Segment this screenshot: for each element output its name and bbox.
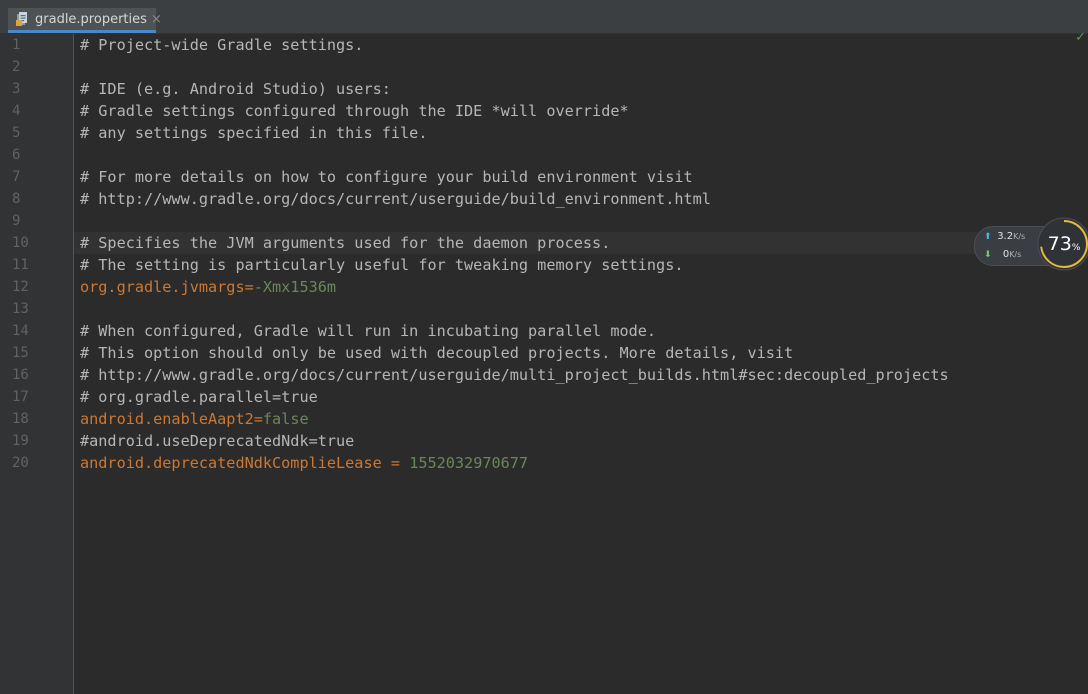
network-speed-widget[interactable]: ⬆ 3.2K/s ⬇ 0K/s 73% [974, 217, 1088, 271]
line-number: 18 [12, 411, 29, 427]
download-speed: ⬇ 0K/s [984, 249, 1021, 260]
line-number: 15 [12, 345, 29, 361]
gauge-percent-sign: % [1071, 243, 1081, 253]
line-number: 11 [12, 257, 29, 273]
line-number: 16 [12, 367, 29, 383]
line-number-gutter: 1 2 3 4 5 6 7 8 9 10 11 12 13 14 15 16 17 18 19 20 [0, 34, 74, 694]
gauge-percent-value: 73 [1047, 233, 1072, 255]
comment-text: # For more details on how to configure y… [80, 168, 693, 186]
comment-text: # Specifies the JVM arguments used for t… [80, 234, 611, 252]
properties-file-icon [16, 11, 30, 27]
line-number: 5 [12, 125, 21, 141]
property-key: android.deprecatedNdkComplieLease [80, 454, 382, 472]
line-number: 7 [12, 169, 21, 185]
code-line[interactable]: android.enableAapt2=false [80, 408, 309, 430]
code-line[interactable]: # any settings specified in this file. [80, 122, 427, 144]
line-number: 3 [12, 81, 21, 97]
upload-speed-value: 3.2 [997, 231, 1014, 242]
editor-tab-bar: gradle.properties × [0, 0, 1088, 34]
code-line[interactable]: # Project-wide Gradle settings. [80, 34, 363, 56]
comment-text: # any settings specified in this file. [80, 124, 428, 142]
upload-speed-unit: K/s [1013, 232, 1026, 241]
comment-text: # This option should only be used with d… [80, 344, 794, 362]
line-number: 12 [12, 279, 29, 295]
code-line[interactable]: android.deprecatedNdkComplieLease = 1552… [80, 452, 528, 474]
memory-usage-gauge: 73% [1036, 216, 1088, 272]
comment-text: # IDE (e.g. Android Studio) users: [80, 80, 391, 98]
property-value: 1552032970677 [409, 454, 529, 472]
upload-speed: ⬆ 3.2K/s [984, 231, 1025, 242]
code-line[interactable]: # IDE (e.g. Android Studio) users: [80, 78, 391, 100]
property-separator: = [253, 410, 263, 428]
comment-text: # Gradle settings configured through the… [80, 102, 629, 120]
comment-text: #android.useDeprecatedNdk=true [80, 432, 355, 450]
download-speed-unit: K/s [1009, 250, 1022, 259]
line-number: 2 [12, 59, 21, 75]
code-line[interactable]: # http://www.gradle.org/docs/current/use… [80, 188, 711, 210]
gauge-percent: 73% [1036, 233, 1088, 255]
download-speed-value: 0 [1002, 249, 1010, 260]
code-line[interactable]: #android.useDeprecatedNdk=true [80, 430, 354, 452]
no-problems-check-icon: ✓ [1075, 30, 1086, 45]
code-line[interactable]: # http://www.gradle.org/docs/current/use… [80, 364, 949, 386]
comment-text: # org.gradle.parallel=true [80, 388, 318, 406]
comment-text: # http://www.gradle.org/docs/current/use… [80, 190, 711, 208]
code-line[interactable]: # Specifies the JVM arguments used for t… [80, 232, 610, 254]
download-arrow-icon: ⬇ [984, 250, 992, 260]
line-number: 4 [12, 103, 21, 119]
line-number: 6 [12, 147, 21, 163]
comment-text: # Project-wide Gradle settings. [80, 36, 364, 54]
line-number: 8 [12, 191, 21, 207]
property-value: false [262, 410, 309, 428]
comment-text: # When configured, Gradle will run in in… [80, 322, 657, 340]
property-separator: = [244, 278, 254, 296]
code-line[interactable]: # When configured, Gradle will run in in… [80, 320, 656, 342]
property-key: org.gradle.jvmargs [80, 278, 245, 296]
line-number: 13 [12, 301, 29, 317]
line-number: 10 [12, 235, 29, 251]
code-line[interactable]: # This option should only be used with d… [80, 342, 793, 364]
line-number: 19 [12, 433, 29, 449]
property-key: android.enableAapt2 [80, 410, 254, 428]
line-number: 14 [12, 323, 29, 339]
line-number: 20 [12, 455, 29, 471]
comment-text: # http://www.gradle.org/docs/current/use… [80, 366, 949, 384]
code-line[interactable]: # For more details on how to configure y… [80, 166, 693, 188]
tab-close-icon[interactable]: × [151, 12, 162, 27]
code-line[interactable]: # org.gradle.parallel=true [80, 386, 318, 408]
line-number: 17 [12, 389, 29, 405]
comment-text: # The setting is particularly useful for… [80, 256, 684, 274]
upload-arrow-icon: ⬆ [984, 232, 992, 242]
tab-gradle-properties[interactable]: gradle.properties × [8, 8, 162, 33]
tab-label: gradle.properties [35, 11, 147, 27]
line-number: 9 [12, 213, 21, 229]
property-value: -Xmx1536m [253, 278, 337, 296]
code-line[interactable]: org.gradle.jvmargs=-Xmx1536m [80, 276, 336, 298]
code-line[interactable]: # The setting is particularly useful for… [80, 254, 683, 276]
property-separator: = [381, 454, 410, 472]
line-number: 1 [12, 37, 21, 53]
code-line[interactable]: # Gradle settings configured through the… [80, 100, 629, 122]
code-editor[interactable]: # Project-wide Gradle settings. # IDE (e.… [74, 34, 1088, 694]
